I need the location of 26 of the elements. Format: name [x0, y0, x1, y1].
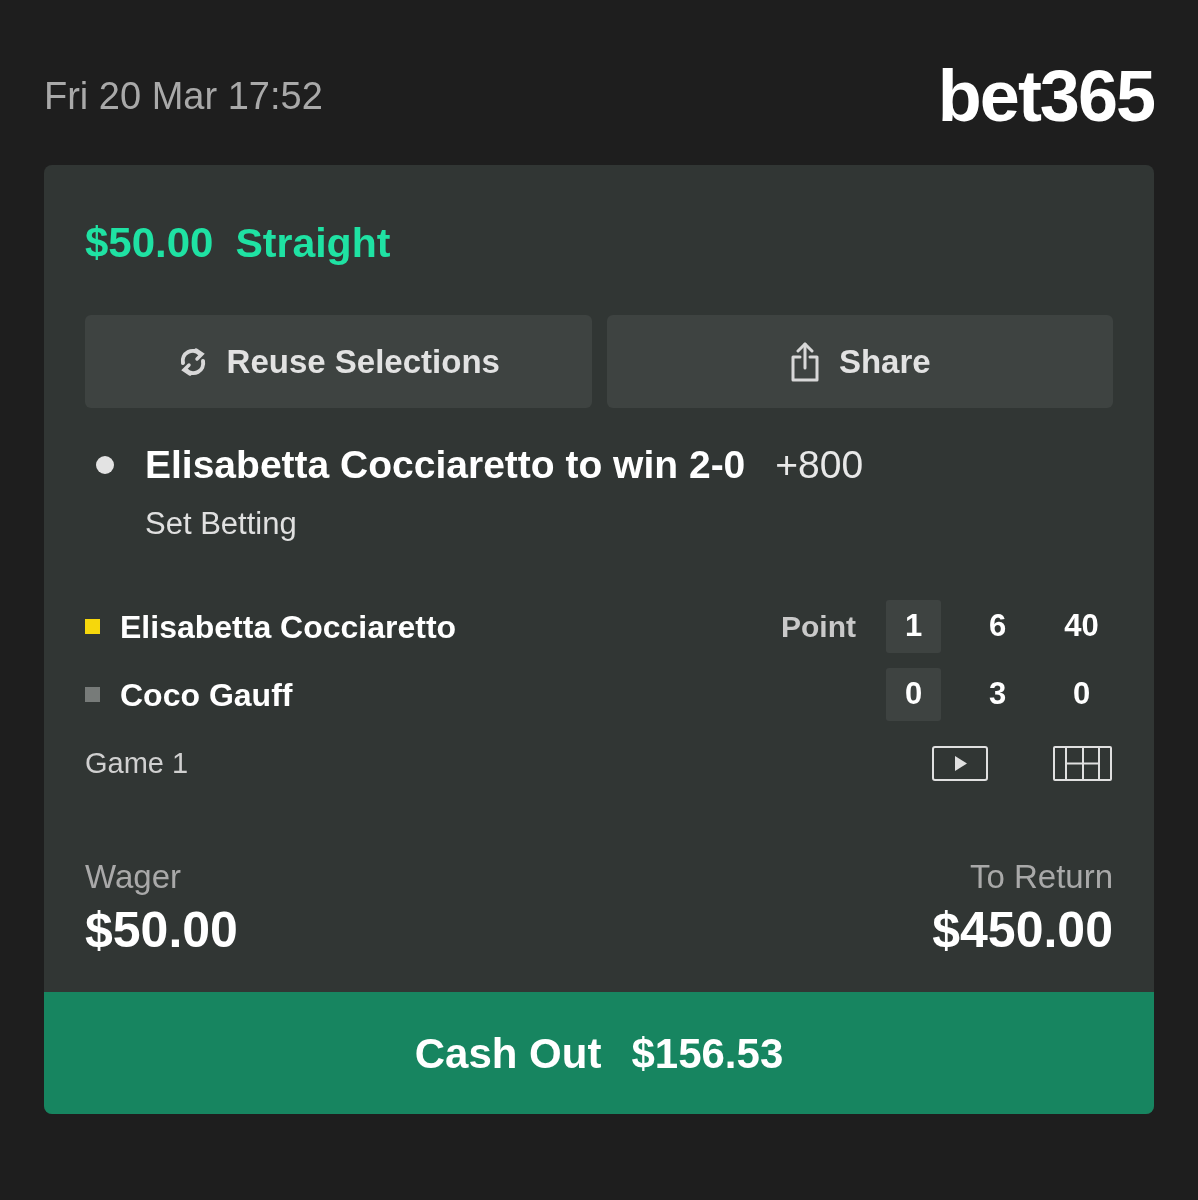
bet-stake: $50.00	[85, 220, 214, 266]
point-label: Point	[781, 609, 856, 645]
cash-out-button[interactable]: Cash Out $156.53	[44, 992, 1154, 1114]
wager-label: Wager	[85, 859, 181, 895]
video-icon[interactable]	[932, 745, 988, 781]
selection-title: Elisabetta Cocciaretto to win 2-0	[145, 442, 746, 488]
grid-icon[interactable]	[1053, 745, 1112, 781]
return-amount: $450.00	[932, 903, 1113, 957]
score-cell-text: 40	[1063, 607, 1100, 646]
player-name: Elisabetta Cocciaretto	[120, 607, 457, 646]
score-cell: 1	[886, 600, 941, 653]
reuse-selections-button[interactable]: Reuse Selections	[85, 315, 592, 408]
wager-amount: $50.00	[85, 903, 238, 957]
score-cell-text: 0	[1071, 675, 1092, 714]
share-button[interactable]: Share	[606, 315, 1113, 408]
return-label: To Return	[969, 859, 1113, 895]
brand-logo: bet365	[937, 60, 1154, 131]
score-cell-text: 3	[987, 675, 1008, 714]
player-name: Coco Gauff	[120, 675, 293, 714]
game-status: Game 1	[85, 746, 189, 781]
score-cell-text: 6	[987, 607, 1008, 646]
market-name: Set Betting	[145, 506, 297, 542]
selection-odds: +800	[775, 442, 864, 488]
bet-type: Straight	[235, 220, 391, 266]
date-time: Fri 20 Mar 17:52	[44, 73, 323, 119]
score-cell: 0	[886, 668, 941, 721]
